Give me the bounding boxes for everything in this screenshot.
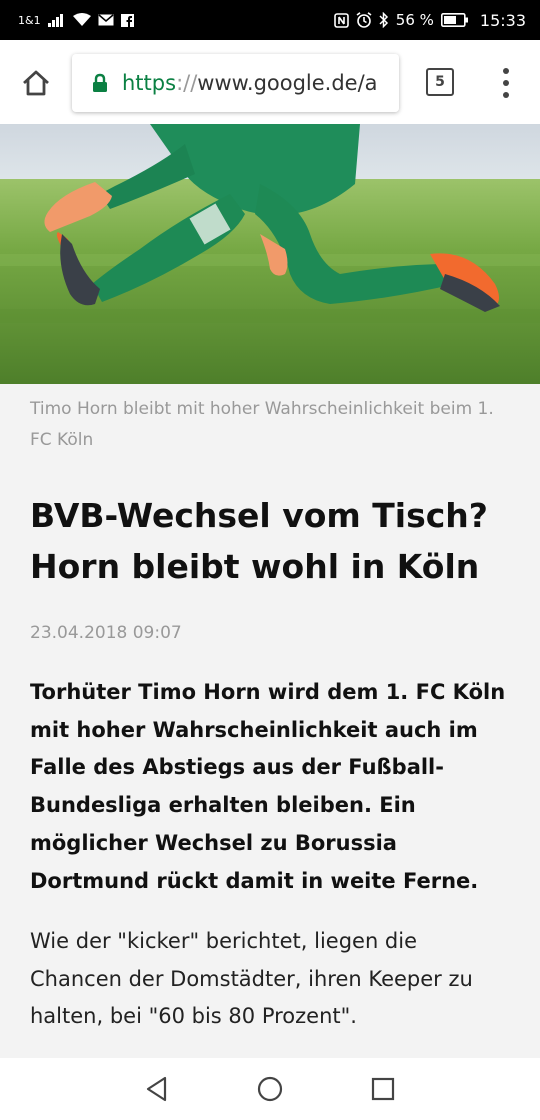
tab-count: 5 (435, 74, 445, 90)
system-nav-bar (0, 1058, 540, 1120)
overflow-menu-button[interactable] (494, 68, 518, 98)
bluetooth-icon (379, 12, 389, 28)
menu-dot-icon (503, 68, 509, 74)
url-separator: :// (176, 71, 198, 95)
back-icon (146, 1076, 166, 1102)
url-fade (375, 54, 399, 112)
signal-icon (47, 13, 66, 27)
wifi-icon (72, 13, 91, 27)
article-headline: BVB-Wechsel vom Tisch? Horn bleibt wohl … (30, 496, 488, 586)
home-circle-icon (257, 1076, 283, 1102)
home-icon (23, 70, 49, 96)
url-text: https://www.google.de/a (122, 71, 378, 95)
tab-switcher-button[interactable]: 5 (426, 68, 454, 96)
home-nav-button[interactable] (250, 1069, 290, 1109)
article-image (0, 124, 540, 384)
alarm-icon (356, 12, 372, 28)
menu-dot-icon (503, 80, 509, 86)
mail-icon (98, 14, 114, 26)
article-body: Wie der "kicker" berichtet, liegen die C… (30, 929, 473, 1028)
image-caption: Timo Horn bleibt mit hoher Wahrscheinlic… (30, 399, 494, 450)
browser-toolbar: https://www.google.de/a 5 (0, 40, 540, 124)
battery-percent: 56 % (395, 11, 434, 29)
status-bar: 1&1 56 % 15:33 (0, 0, 540, 40)
url-bar[interactable]: https://www.google.de/a (72, 54, 399, 112)
carrier-label: 1&1 (18, 13, 41, 27)
article-lead: Torhüter Timo Horn wird dem 1. FC Köln m… (30, 680, 506, 893)
url-scheme: https (122, 71, 177, 95)
recents-icon (372, 1077, 395, 1101)
back-button[interactable] (137, 1069, 177, 1109)
nfc-icon (333, 12, 349, 28)
battery-icon (440, 13, 469, 27)
article-date: 23.04.2018 09:07 (30, 623, 182, 643)
clock: 15:33 (479, 10, 526, 30)
recents-button[interactable] (363, 1069, 403, 1109)
home-button[interactable] (18, 66, 54, 100)
url-host: www.google.de/a (197, 71, 378, 95)
facebook-icon (120, 13, 134, 27)
lock-icon (92, 73, 108, 93)
menu-dot-icon (503, 92, 509, 98)
